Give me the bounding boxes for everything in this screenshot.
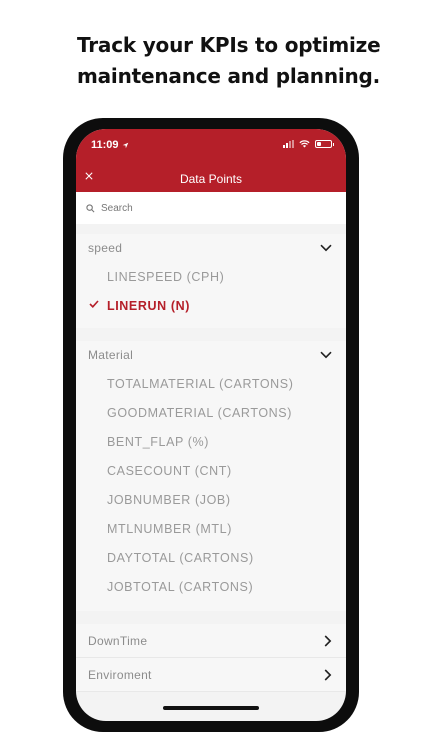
list-item-label: BENT_FLAP (%) — [107, 434, 210, 449]
chevron-right-icon — [324, 668, 332, 681]
list-item-label: LINERUN (N) — [107, 298, 190, 313]
chevron-down-icon — [320, 244, 332, 252]
home-indicator[interactable] — [163, 706, 259, 710]
page-title: Data Points — [179, 172, 243, 186]
section-speed: speed LINESPEED (CPH) LINERUN (N) — [76, 234, 346, 328]
status-icons — [283, 140, 334, 148]
phone-screen: 11:09 Data Points Search speed LINESPEED… — [76, 129, 346, 721]
battery-icon — [315, 140, 334, 148]
list-item[interactable]: DAYTOTAL (CARTONS) — [76, 543, 346, 572]
section-title: Material — [88, 348, 134, 362]
section-header-speed[interactable]: speed — [76, 234, 346, 262]
section-title: DownTime — [88, 633, 148, 648]
list-item-label: MTLNUMBER (MTL) — [107, 521, 232, 536]
headline-line-2: maintenance and planning. — [77, 64, 381, 88]
checkmark-icon — [89, 300, 99, 308]
list-item[interactable]: JOBNUMBER (JOB) — [76, 485, 346, 514]
data-points-list: speed LINESPEED (CPH) LINERUN (N) Materi… — [76, 234, 346, 692]
section-material: Material TOTALMATERIAL (CARTONS) GOODMAT… — [76, 341, 346, 611]
list-item-label: GOODMATERIAL (CARTONS) — [107, 405, 292, 420]
list-item-linespeed[interactable]: LINESPEED (CPH) — [76, 262, 346, 291]
status-time-text: 11:09 — [91, 139, 119, 151]
list-item[interactable]: BENT_FLAP (%) — [76, 427, 346, 456]
location-arrow-icon — [122, 142, 128, 148]
list-item[interactable]: CASECOUNT (CNT) — [76, 456, 346, 485]
search-input[interactable] — [101, 202, 301, 214]
list-item[interactable]: JOBTOTAL (CARTONS) — [76, 572, 346, 601]
list-item-label: JOBNUMBER (JOB) — [107, 492, 231, 507]
section-header-material[interactable]: Material — [76, 341, 346, 369]
list-item-label: JOBTOTAL (CARTONS) — [107, 579, 254, 594]
section-title: Enviroment — [88, 667, 152, 682]
chevron-right-icon — [324, 634, 332, 647]
app-header: 11:09 Data Points — [76, 129, 346, 192]
phone-frame: 11:09 Data Points Search speed LINESPEED… — [63, 118, 359, 732]
section-header-downtime[interactable]: DownTime — [76, 624, 346, 658]
search-icon — [86, 203, 95, 212]
status-time: 11:09 — [91, 139, 129, 151]
section-title: speed — [88, 241, 123, 255]
search-bar[interactable] — [76, 192, 346, 224]
headline-line-1: Track your KPIs to optimize — [77, 33, 381, 57]
list-item-label: TOTALMATERIAL (CARTONS) — [107, 376, 294, 391]
list-item-label: CASECOUNT (CNT) — [107, 463, 232, 478]
list-item-label: LINESPEED (CPH) — [107, 269, 225, 284]
signal-icon — [283, 140, 294, 148]
section-header-environment[interactable]: Enviroment — [76, 658, 346, 692]
list-item-linerun[interactable]: LINERUN (N) — [76, 291, 346, 320]
list-item[interactable]: TOTALMATERIAL (CARTONS) — [76, 369, 346, 398]
list-item[interactable]: MTLNUMBER (MTL) — [76, 514, 346, 543]
list-item-label: DAYTOTAL (CARTONS) — [107, 550, 254, 565]
chevron-down-icon — [320, 351, 332, 359]
wifi-icon — [299, 140, 310, 148]
list-item[interactable]: GOODMATERIAL (CARTONS) — [76, 398, 346, 427]
headline: Track your KPIs to optimize maintenance … — [77, 30, 397, 92]
